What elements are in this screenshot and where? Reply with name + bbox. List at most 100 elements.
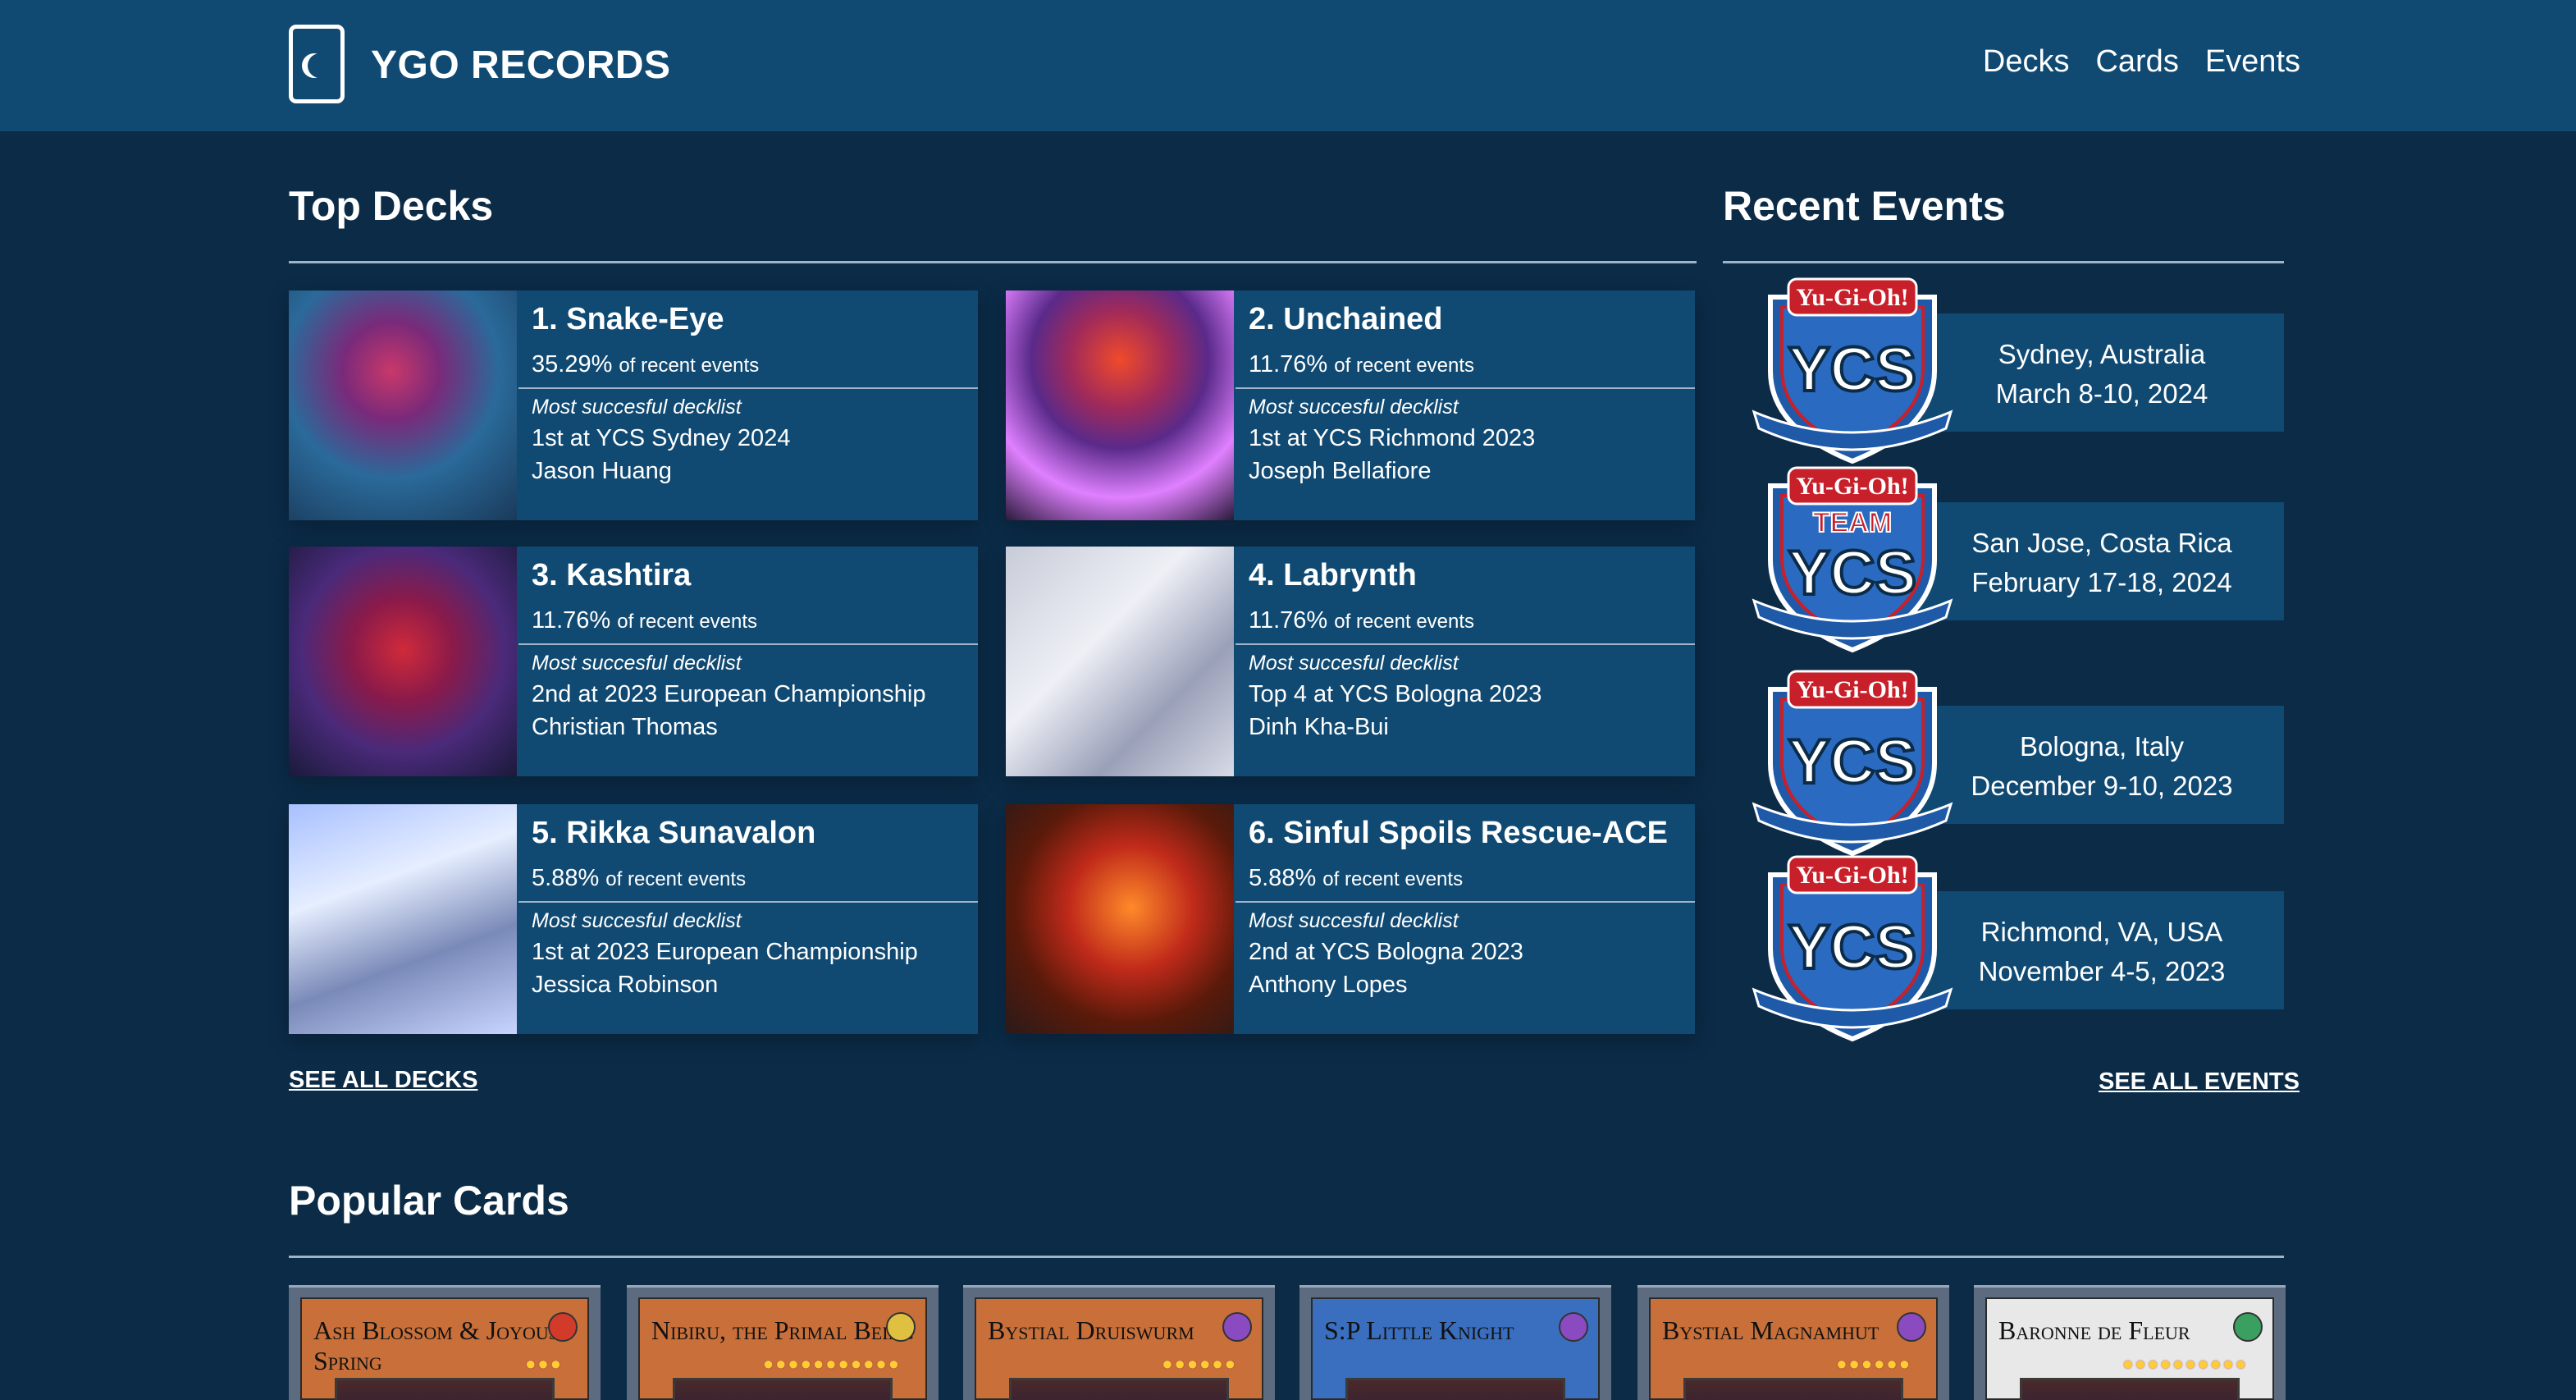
- card-attribute-icon: [1897, 1312, 1926, 1342]
- card-attribute-icon: [1559, 1312, 1588, 1342]
- decklist-result: 1st at 2023 European Championship: [532, 939, 918, 965]
- deck-card[interactable]: 4. Labrynth 11.76% of recent events Most s…: [1006, 547, 1695, 776]
- decklist-player: Joseph Bellafiore: [1249, 458, 1432, 484]
- deck-title[interactable]: 6. Sinful Spoils Rescue-ACE: [1249, 816, 1668, 851]
- deck-title[interactable]: 4. Labrynth: [1249, 558, 1417, 593]
- event-date: March 8-10, 2024: [1995, 378, 2208, 409]
- event-date: November 4-5, 2023: [1978, 956, 2226, 986]
- event-logo[interactable]: Yu-Gi-Oh! YCS: [1734, 657, 1953, 870]
- brand-name[interactable]: YGO RECORDS: [371, 43, 671, 88]
- event-details: Bologna, Italy December 9-10, 2023: [1920, 727, 2284, 806]
- recent-events-divider: [1723, 261, 2284, 263]
- event-logo[interactable]: Yu-Gi-Oh! TEAM YCS: [1734, 453, 1953, 666]
- deck-card[interactable]: 2. Unchained 11.76% of recent events Most …: [1006, 291, 1695, 520]
- site-logo-icon[interactable]: [289, 25, 345, 103]
- deck-share: 35.29% of recent events: [532, 351, 759, 378]
- card-frame: S:P Little Knight: [1311, 1297, 1600, 1400]
- popular-card[interactable]: Baronne de Fleur ●●●●●●●●●●: [1974, 1285, 2286, 1400]
- card-artwork: [335, 1378, 555, 1400]
- decklist-label: Most succesful decklist: [532, 396, 742, 419]
- deck-share-label: of recent events: [1334, 355, 1475, 377]
- deck-share-value: 11.76%: [1249, 607, 1328, 634]
- decklist-player: Dinh Kha-Bui: [1249, 714, 1389, 740]
- decklist-player: Jason Huang: [532, 458, 672, 484]
- card-attribute-icon: [1222, 1312, 1252, 1342]
- decklist-player: Jessica Robinson: [532, 972, 719, 998]
- popular-cards-heading: Popular Cards: [289, 1178, 569, 1224]
- deck-artwork[interactable]: [1006, 547, 1234, 776]
- nav-events[interactable]: Events: [2205, 44, 2300, 80]
- deck-card[interactable]: 3. Kashtira 11.76% of recent events Most s…: [289, 547, 978, 776]
- event-item[interactable]: Yu-Gi-Oh! YCS Richmond, VA, USA November …: [1723, 855, 2284, 1042]
- deck-share: 11.76% of recent events: [1249, 351, 1474, 378]
- deck-card[interactable]: 1. Snake-Eye 35.29% of recent events Most …: [289, 291, 978, 520]
- card-frame: Bystial Druiswurm ●●●●●●: [975, 1297, 1263, 1400]
- deck-share-value: 11.76%: [532, 607, 611, 634]
- event-location: Sydney, Australia: [1998, 339, 2206, 369]
- deck-share: 11.76% of recent events: [532, 607, 757, 634]
- event-logo[interactable]: Yu-Gi-Oh! YCS: [1734, 842, 1953, 1055]
- card-level-stars: ●●●●●●●●●●: [2122, 1353, 2248, 1374]
- top-navbar: YGO RECORDS Decks Cards Events: [0, 0, 2576, 131]
- see-all-events-link[interactable]: SEE ALL EVENTS: [2099, 1068, 2300, 1096]
- decklist-result: Top 4 at YCS Bologna 2023: [1249, 681, 1542, 707]
- see-all-decks-link[interactable]: SEE ALL DECKS: [289, 1067, 477, 1094]
- event-details: San Jose, Costa Rica February 17-18, 2024: [1920, 524, 2284, 602]
- popular-card[interactable]: S:P Little Knight: [1299, 1285, 1611, 1400]
- deck-share-label: of recent events: [619, 355, 760, 377]
- card-attribute-icon: [886, 1312, 916, 1342]
- deck-share-value: 35.29%: [532, 351, 613, 377]
- popular-card[interactable]: Bystial Magnamhut ●●●●●●: [1637, 1285, 1949, 1400]
- deck-title[interactable]: 3. Kashtira: [532, 558, 691, 593]
- card-artwork: [673, 1378, 893, 1400]
- event-location: San Jose, Costa Rica: [1971, 528, 2232, 558]
- event-logo[interactable]: Yu-Gi-Oh! YCS: [1734, 264, 1953, 478]
- event-logo-team: TEAM: [1813, 507, 1892, 538]
- decklist-result: 1st at YCS Richmond 2023: [1249, 425, 1536, 451]
- deck-card[interactable]: 6. Sinful Spoils Rescue-ACE 5.88% of rece…: [1006, 804, 1695, 1034]
- event-item[interactable]: Yu-Gi-Oh! TEAM YCS San Jose, Costa Rica F…: [1723, 466, 2284, 653]
- event-item[interactable]: Yu-Gi-Oh! YCS Sydney, Australia March 8-1…: [1723, 277, 2284, 464]
- event-item[interactable]: Yu-Gi-Oh! YCS Bologna, Italy December 9-1…: [1723, 670, 2284, 857]
- deck-share-label: of recent events: [617, 611, 758, 633]
- deck-artwork[interactable]: [1006, 804, 1234, 1034]
- deck-card[interactable]: 5. Rikka Sunavalon 5.88% of recent events…: [289, 804, 978, 1034]
- event-logo-top: Yu-Gi-Oh!: [1796, 473, 1908, 500]
- popular-card[interactable]: Nibiru, the Primal Being ●●●●●●●●●●●: [627, 1285, 939, 1400]
- card-frame: Baronne de Fleur ●●●●●●●●●●: [1985, 1297, 2274, 1400]
- event-details: Richmond, VA, USA November 4-5, 2023: [1920, 913, 2284, 991]
- card-level-stars: ●●●●●●: [1836, 1353, 1911, 1374]
- deck-title[interactable]: 5. Rikka Sunavalon: [532, 816, 815, 851]
- event-logo-top: Yu-Gi-Oh!: [1796, 862, 1908, 889]
- event-location: Bologna, Italy: [2020, 731, 2184, 762]
- event-logo-main: YCS: [1788, 913, 1916, 982]
- deck-share: 5.88% of recent events: [532, 865, 746, 892]
- deck-share-label: of recent events: [1334, 611, 1475, 633]
- event-details: Sydney, Australia March 8-10, 2024: [1920, 335, 2284, 414]
- deck-title[interactable]: 1. Snake-Eye: [532, 302, 724, 337]
- card-frame: Bystial Magnamhut ●●●●●●: [1649, 1297, 1938, 1400]
- deck-artwork[interactable]: [289, 804, 517, 1034]
- decklist-label: Most succesful decklist: [1249, 909, 1459, 932]
- nav-decks[interactable]: Decks: [1983, 44, 2070, 80]
- event-date: February 17-18, 2024: [1971, 567, 2232, 597]
- card-level-stars: ●●●●●●●●●●●: [762, 1353, 901, 1374]
- recent-events-heading: Recent Events: [1723, 183, 2006, 229]
- card-attribute-icon: [2233, 1312, 2263, 1342]
- popular-card[interactable]: Ash Blossom & Joyous Spring ●●●: [289, 1285, 601, 1400]
- top-decks-divider: [289, 261, 1697, 263]
- decklist-result: 2nd at YCS Bologna 2023: [1249, 939, 1523, 965]
- card-level-stars: ●●●: [525, 1353, 563, 1374]
- deck-artwork[interactable]: [289, 547, 517, 776]
- deck-title[interactable]: 2. Unchained: [1249, 302, 1443, 337]
- card-level-stars: ●●●●●●: [1162, 1353, 1237, 1374]
- popular-card[interactable]: Bystial Druiswurm ●●●●●●: [963, 1285, 1275, 1400]
- decklist-label: Most succesful decklist: [1249, 652, 1459, 675]
- deck-artwork[interactable]: [1006, 291, 1234, 520]
- nav-cards[interactable]: Cards: [2095, 44, 2178, 80]
- top-decks-heading: Top Decks: [289, 183, 494, 229]
- card-artwork: [1345, 1378, 1565, 1400]
- card-name: Bystial Druiswurm: [988, 1315, 1194, 1345]
- deck-artwork[interactable]: [289, 291, 517, 520]
- deck-share-value: 5.88%: [532, 865, 600, 891]
